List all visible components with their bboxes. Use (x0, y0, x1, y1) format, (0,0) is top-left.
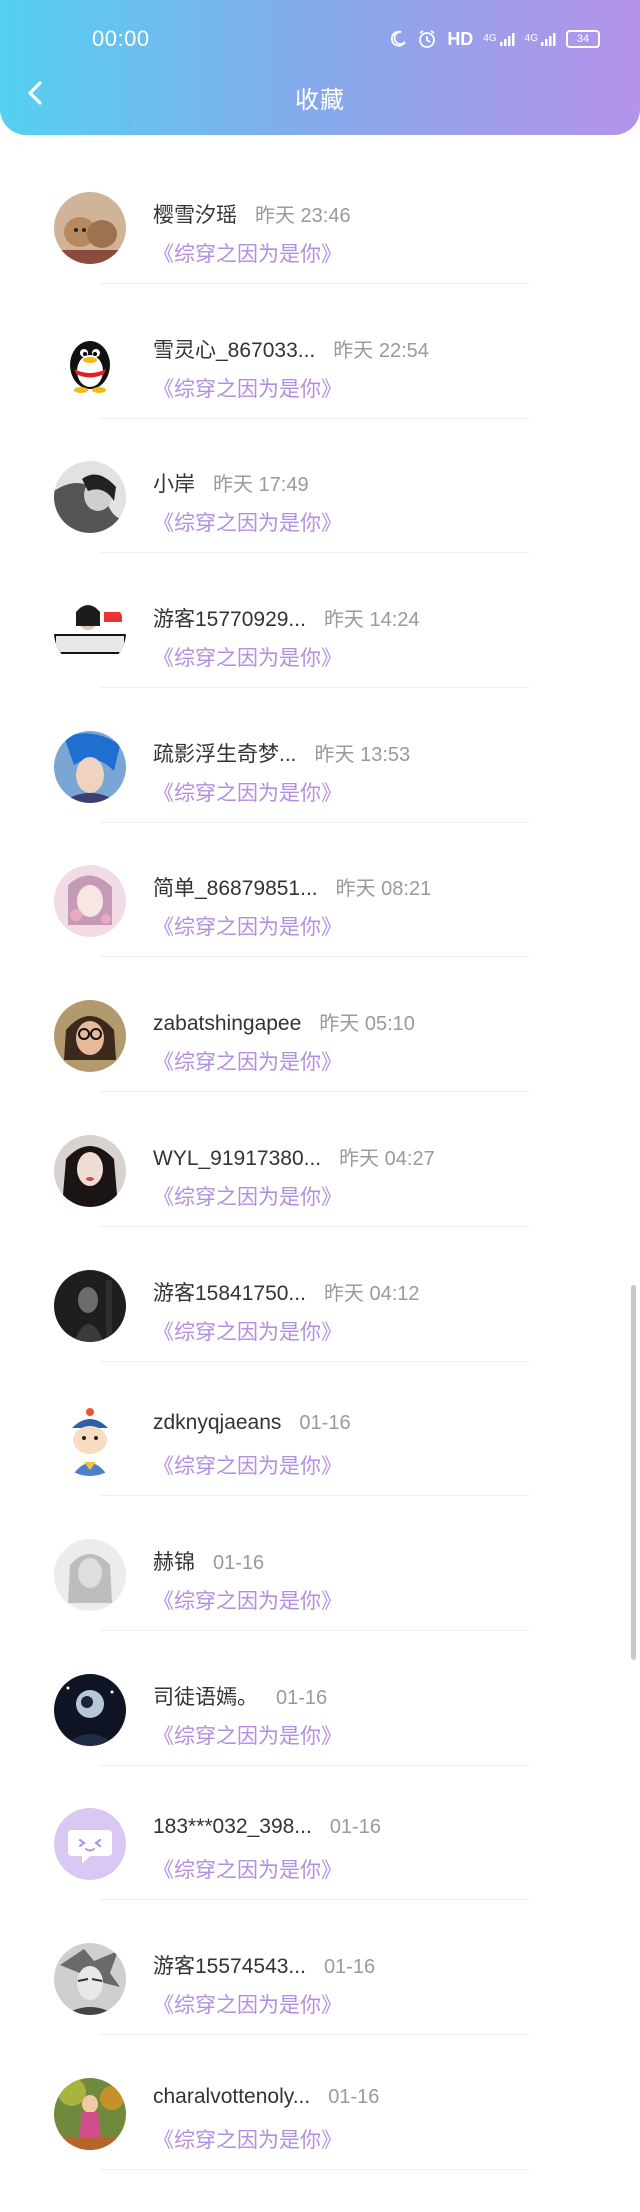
avatar[interactable] (54, 1269, 126, 1342)
favorites-list: 樱雪汐瑶 昨天 23:46 《综穿之因为是你》 雪灵心_867033... 昨天… (0, 135, 640, 2170)
timestamp: 昨天 14:24 (323, 609, 420, 632)
list-item[interactable]: 司徒语嫣。 01-16 《综穿之因为是你》 (0, 1617, 640, 1766)
list-item[interactable]: 游客15841750... 昨天 04:12 《综穿之因为是你》 (0, 1213, 640, 1362)
timestamp: 昨天 04:27 (339, 1147, 435, 1170)
signal-icon-2: 4G (525, 31, 556, 47)
book-title[interactable]: 《综穿之因为是你》 (153, 507, 342, 537)
list-item[interactable]: WYL_91917380... 昨天 04:27 《综穿之因为是你》 (0, 1078, 640, 1227)
alarm-icon (417, 29, 437, 49)
list-item[interactable]: charalvottenoly... 01-16 《综穿之因为是你》 (0, 2021, 640, 2170)
list-item[interactable]: 雪灵心_867033... 昨天 22:54 《综穿之因为是你》 (0, 270, 640, 419)
top-bar: 00:00 HD 4G 4G 34 收藏 (0, 0, 640, 135)
avatar[interactable] (54, 326, 126, 399)
user-name: 183***032_398... (153, 1815, 312, 1839)
user-name: 疏影浮生奇梦... (153, 742, 297, 766)
user-name: WYL_91917380... (153, 1146, 322, 1170)
avatar[interactable] (54, 1404, 126, 1477)
book-title[interactable]: 《综穿之因为是你》 (153, 1989, 342, 2019)
list-item[interactable]: 游客15770929... 昨天 14:24 《综穿之因为是你》 (0, 539, 640, 689)
avatar[interactable] (54, 596, 126, 669)
page-title: 收藏 (295, 87, 345, 114)
list-item[interactable]: 疏影浮生奇梦... 昨天 13:53 《综穿之因为是你》 (0, 674, 640, 823)
avatar[interactable] (54, 1942, 126, 2015)
user-name: zabatshingapee (153, 1012, 302, 1036)
timestamp: 昨天 04:12 (323, 1282, 420, 1305)
status-time: 00:00 (92, 26, 150, 51)
user-name: zdknyqjaeans (153, 1411, 282, 1435)
book-title[interactable]: 《综穿之因为是你》 (153, 1046, 342, 1076)
user-name: 司徒语嫣。 (153, 1685, 258, 1709)
battery-icon: 34 (566, 30, 600, 48)
user-name: 简单_86879851... (153, 877, 318, 901)
avatar[interactable] (54, 865, 126, 938)
timestamp: 昨天 13:53 (314, 743, 411, 766)
book-title[interactable]: 《综穿之因为是你》 (153, 238, 342, 268)
hd-indicator: HD (447, 28, 474, 49)
list-item[interactable]: 183***032_398... 01-16 《综穿之因为是你》 (0, 1751, 640, 1901)
list-item[interactable]: 赫锦 01-16 《综穿之因为是你》 (0, 1482, 640, 1631)
book-title[interactable]: 《综穿之因为是你》 (153, 1450, 342, 1480)
avatar[interactable] (54, 1134, 126, 1207)
timestamp: 01-16 (323, 1955, 376, 1978)
list-item[interactable]: 樱雪汐瑶 昨天 23:46 《综穿之因为是你》 (0, 135, 640, 284)
list-item[interactable]: zdknyqjaeans 01-16 《综穿之因为是你》 (0, 1347, 640, 1497)
avatar[interactable] (54, 461, 126, 534)
avatar[interactable] (54, 1000, 126, 1073)
book-title[interactable]: 《综穿之因为是你》 (153, 642, 342, 672)
list-item[interactable]: zabatshingapee 昨天 05:10 《综穿之因为是你》 (0, 943, 640, 1093)
status-icons: HD 4G 4G 34 (389, 24, 600, 54)
timestamp: 昨天 05:10 (319, 1013, 415, 1036)
chat-bubble-icon (54, 1808, 126, 1881)
timestamp: 01-16 (276, 1686, 328, 1709)
book-title[interactable]: 《综穿之因为是你》 (153, 1854, 342, 1884)
book-title[interactable]: 《综穿之因为是你》 (153, 2124, 342, 2154)
avatar[interactable] (54, 1808, 126, 1881)
book-title[interactable]: 《综穿之因为是你》 (153, 911, 342, 941)
avatar[interactable] (54, 1538, 126, 1611)
user-name: 樱雪汐瑶 (153, 204, 237, 227)
timestamp: 01-16 (329, 1816, 381, 1839)
list-item[interactable]: 游客15574543... 01-16 《综穿之因为是你》 (0, 1886, 640, 2035)
timestamp: 01-16 (299, 1412, 351, 1435)
user-name: 赫锦 (153, 1550, 195, 1574)
avatar[interactable] (54, 2077, 126, 2150)
list-item[interactable]: 简单_86879851... 昨天 08:21 《综穿之因为是你》 (0, 808, 640, 958)
book-title[interactable]: 《综穿之因为是你》 (153, 1316, 342, 1346)
user-name: 小岸 (153, 473, 195, 497)
divider (100, 2168, 530, 2170)
timestamp: 01-16 (213, 1551, 265, 1574)
user-name: charalvottenoly... (153, 2084, 311, 2108)
timestamp: 昨天 08:21 (335, 878, 432, 901)
avatar[interactable] (54, 192, 126, 264)
user-name: 游客15841750... (153, 1281, 306, 1305)
timestamp: 01-16 (328, 2085, 380, 2108)
avatar[interactable] (54, 1673, 126, 1746)
book-title[interactable]: 《综穿之因为是你》 (153, 777, 342, 807)
user-name: 游客15574543... (153, 1954, 306, 1978)
book-title[interactable]: 《综穿之因为是你》 (153, 1720, 342, 1750)
timestamp: 昨天 17:49 (213, 474, 309, 497)
scrollbar[interactable] (631, 1285, 636, 1660)
signal-icon: 4G (483, 31, 515, 47)
book-title[interactable]: 《综穿之因为是你》 (153, 373, 342, 403)
book-title[interactable]: 《综穿之因为是你》 (153, 1181, 342, 1211)
timestamp: 昨天 22:54 (333, 339, 429, 362)
user-name: 游客15770929... (153, 608, 306, 632)
moon-icon (389, 30, 407, 48)
user-name: 雪灵心_867033... (153, 338, 316, 362)
timestamp: 昨天 23:46 (255, 205, 351, 227)
book-title[interactable]: 《综穿之因为是你》 (153, 1585, 342, 1615)
avatar[interactable] (54, 730, 126, 803)
list-item[interactable]: 小岸 昨天 17:49 《综穿之因为是你》 (0, 404, 640, 554)
